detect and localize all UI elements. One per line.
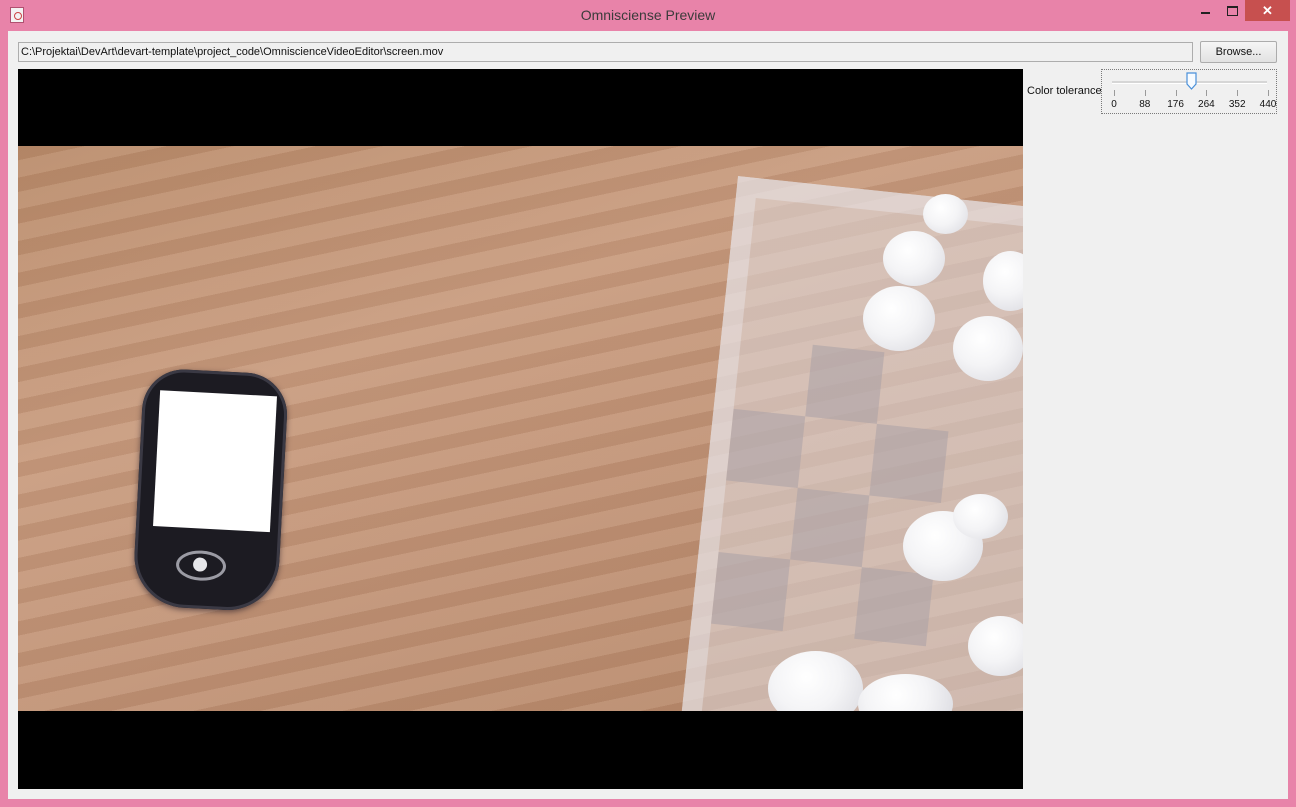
maximize-icon — [1227, 6, 1238, 16]
phone-screen-highlight — [153, 390, 277, 533]
window-title: Omnisciense Preview — [580, 7, 716, 23]
board-square — [790, 487, 870, 568]
slider-tick — [1144, 90, 1146, 96]
chess-piece — [883, 231, 945, 286]
board-square — [805, 344, 885, 424]
video-frame — [18, 146, 1023, 711]
close-button[interactable]: ✕ — [1245, 0, 1290, 21]
main-panel: C:\Projektai\DevArt\devart-template\proj… — [8, 31, 1288, 799]
file-path-field[interactable]: C:\Projektai\DevArt\devart-template\proj… — [18, 42, 1193, 62]
slider-tick-label: 88 — [1139, 99, 1151, 110]
phone-object — [131, 367, 290, 613]
slider-tick — [1114, 90, 1115, 96]
slider-tick — [1237, 90, 1239, 96]
slider-ticks — [1102, 90, 1278, 98]
minimize-button[interactable] — [1192, 0, 1219, 21]
board-square — [854, 567, 934, 647]
slider-tick-label: 352 — [1228, 99, 1246, 110]
close-icon: ✕ — [1262, 3, 1273, 18]
slider-tick — [1206, 90, 1208, 96]
title-bar[interactable]: Omnisciense Preview ✕ — [0, 0, 1296, 31]
color-tolerance-slider[interactable]: 0 88 176 264 352 440 — [1101, 69, 1277, 114]
chess-piece — [953, 316, 1023, 381]
chess-piece — [923, 194, 968, 234]
board-square — [711, 552, 791, 632]
slider-tick-label: 264 — [1198, 99, 1215, 110]
slider-tick-label: 440 — [1259, 99, 1277, 110]
slider-tick — [1175, 90, 1177, 96]
slider-tick-label: 0 — [1111, 99, 1117, 110]
app-window: Omnisciense Preview ✕ C:\Projektai\DevAr… — [0, 0, 1296, 807]
chess-piece — [953, 494, 1008, 539]
chess-piece — [863, 286, 935, 351]
slider-tick — [1268, 90, 1269, 96]
maximize-button[interactable] — [1219, 0, 1245, 21]
browse-button[interactable]: Browse... — [1200, 41, 1277, 63]
color-tolerance-label: Color tolerance — [1027, 85, 1102, 97]
slider-tick-label: 176 — [1167, 99, 1184, 110]
board-square — [869, 423, 949, 504]
video-preview — [18, 69, 1023, 789]
minimize-icon — [1201, 12, 1210, 14]
phone-dpad — [175, 549, 227, 582]
board-square — [726, 408, 806, 488]
slider-thumb[interactable] — [1185, 72, 1197, 90]
